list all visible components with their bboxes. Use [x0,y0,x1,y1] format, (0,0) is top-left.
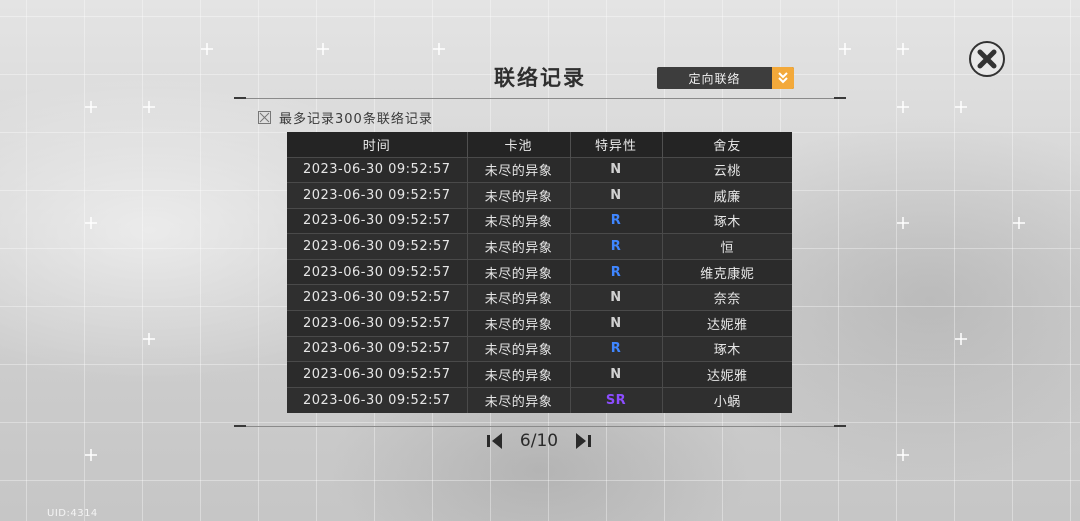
cell-rarity: N [570,310,663,337]
grid-plus-marker [955,333,967,345]
grid-plus-marker [897,449,909,461]
top-divider [234,98,846,99]
cell-pool: 未尽的异象 [467,182,571,209]
dropdown-selected-label: 定向联络 [688,71,741,86]
grid-plus-marker [85,449,97,461]
cell-roommate: 奈奈 [662,284,792,311]
cell-rarity: R [570,233,663,260]
cell-pool: 未尽的异象 [467,310,571,337]
header-rarity: 特异性 [570,132,663,157]
bottom-divider [234,426,846,427]
table-row: 2023-06-30 09:52:57 未尽的异象 SR 小蜗 [287,386,792,413]
table-row: 2023-06-30 09:52:57 未尽的异象 N 威廉 [287,182,792,209]
pagination: 6/10 [486,430,592,452]
cell-time: 2023-06-30 09:52:57 [287,156,468,183]
cell-roommate: 琢木 [662,207,792,234]
page-indicator: 6/10 [519,431,559,451]
cell-pool: 未尽的异象 [467,361,571,388]
grid-plus-marker [201,43,213,55]
table-row: 2023-06-30 09:52:57 未尽的异象 R 琢木 [287,335,792,362]
cell-roommate: 恒 [662,233,792,260]
divider-tick [234,97,246,99]
triangle-left-icon [487,433,502,449]
divider-tick [234,425,246,427]
header-roommate: 舍友 [662,132,792,157]
grid-plus-marker [85,101,97,113]
records-table: 时间 卡池 特异性 舍友 2023-06-30 09:52:57 未尽的异象 N 云桃… [287,132,792,413]
cell-rarity: R [570,258,663,285]
cell-time: 2023-06-30 09:52:57 [287,233,468,260]
cell-rarity: N [570,361,663,388]
cell-time: 2023-06-30 09:52:57 [287,361,468,388]
table-row: 2023-06-30 09:52:57 未尽的异象 N 达妮雅 [287,361,792,388]
cell-rarity: R [570,207,663,234]
cell-pool: 未尽的异象 [467,233,571,260]
user-id-label: UID:4314 [47,508,98,519]
pool-type-dropdown[interactable]: 定向联络 [657,67,794,89]
cell-pool: 未尽的异象 [467,156,571,183]
grid-plus-marker [85,217,97,229]
cell-roommate: 威廉 [662,182,792,209]
cell-time: 2023-06-30 09:52:57 [287,335,468,362]
table-row: 2023-06-30 09:52:57 未尽的异象 R 恒 [287,233,792,260]
prev-page-button[interactable] [486,430,508,452]
grid-plus-marker [1013,217,1025,229]
table-row: 2023-06-30 09:52:57 未尽的异象 R 维克康妮 [287,258,792,285]
cell-time: 2023-06-30 09:52:57 [287,284,468,311]
cell-time: 2023-06-30 09:52:57 [287,182,468,209]
grid-plus-marker [897,101,909,113]
cell-roommate: 维克康妮 [662,258,792,285]
cell-roommate: 琢木 [662,335,792,362]
cell-time: 2023-06-30 09:52:57 [287,207,468,234]
table-row: 2023-06-30 09:52:57 未尽的异象 N 达妮雅 [287,310,792,337]
grid-plus-marker [143,101,155,113]
cell-roommate: 小蜗 [662,386,792,413]
cell-time: 2023-06-30 09:52:57 [287,386,468,413]
cell-roommate: 达妮雅 [662,361,792,388]
cell-roommate: 达妮雅 [662,310,792,337]
cell-pool: 未尽的异象 [467,386,571,413]
next-page-button[interactable] [570,430,592,452]
chevron-down-icon[interactable] [772,67,794,89]
cell-rarity: SR [570,386,663,413]
grid-plus-marker [143,333,155,345]
note-text: 最多记录300条联络记录 [279,111,433,127]
triangle-right-icon [576,433,591,449]
cell-time: 2023-06-30 09:52:57 [287,258,468,285]
divider-tick [834,425,846,427]
cell-rarity: R [570,335,663,362]
grid-plus-marker [317,43,329,55]
close-button[interactable] [969,41,1005,77]
page-title: 联络记录 [494,66,586,90]
cell-pool: 未尽的异象 [467,284,571,311]
header-pool: 卡池 [467,132,571,157]
table-row: 2023-06-30 09:52:57 未尽的异象 R 琢木 [287,207,792,234]
checkbox-icon[interactable] [258,110,271,124]
cell-pool: 未尽的异象 [467,258,571,285]
cell-rarity: N [570,182,663,209]
divider-tick [834,97,846,99]
records-table-container: 时间 卡池 特异性 舍友 2023-06-30 09:52:57 未尽的异象 N 云桃… [287,132,792,413]
table-row: 2023-06-30 09:52:57 未尽的异象 N 奈奈 [287,284,792,311]
cell-rarity: N [570,156,663,183]
close-x-icon [977,49,997,69]
grid-plus-marker [897,217,909,229]
cell-pool: 未尽的异象 [467,207,571,234]
header-time: 时间 [287,132,468,157]
grid-plus-marker [433,43,445,55]
table-header-row: 时间 卡池 特异性 舍友 [287,132,792,157]
grid-plus-marker [897,43,909,55]
grid-plus-marker [955,101,967,113]
cell-rarity: N [570,284,663,311]
cell-pool: 未尽的异象 [467,335,571,362]
grid-plus-marker [839,43,851,55]
cell-roommate: 云桃 [662,156,792,183]
cell-time: 2023-06-30 09:52:57 [287,310,468,337]
record-limit-note: 最多记录300条联络记录 [258,108,433,127]
table-row: 2023-06-30 09:52:57 未尽的异象 N 云桃 [287,156,792,183]
